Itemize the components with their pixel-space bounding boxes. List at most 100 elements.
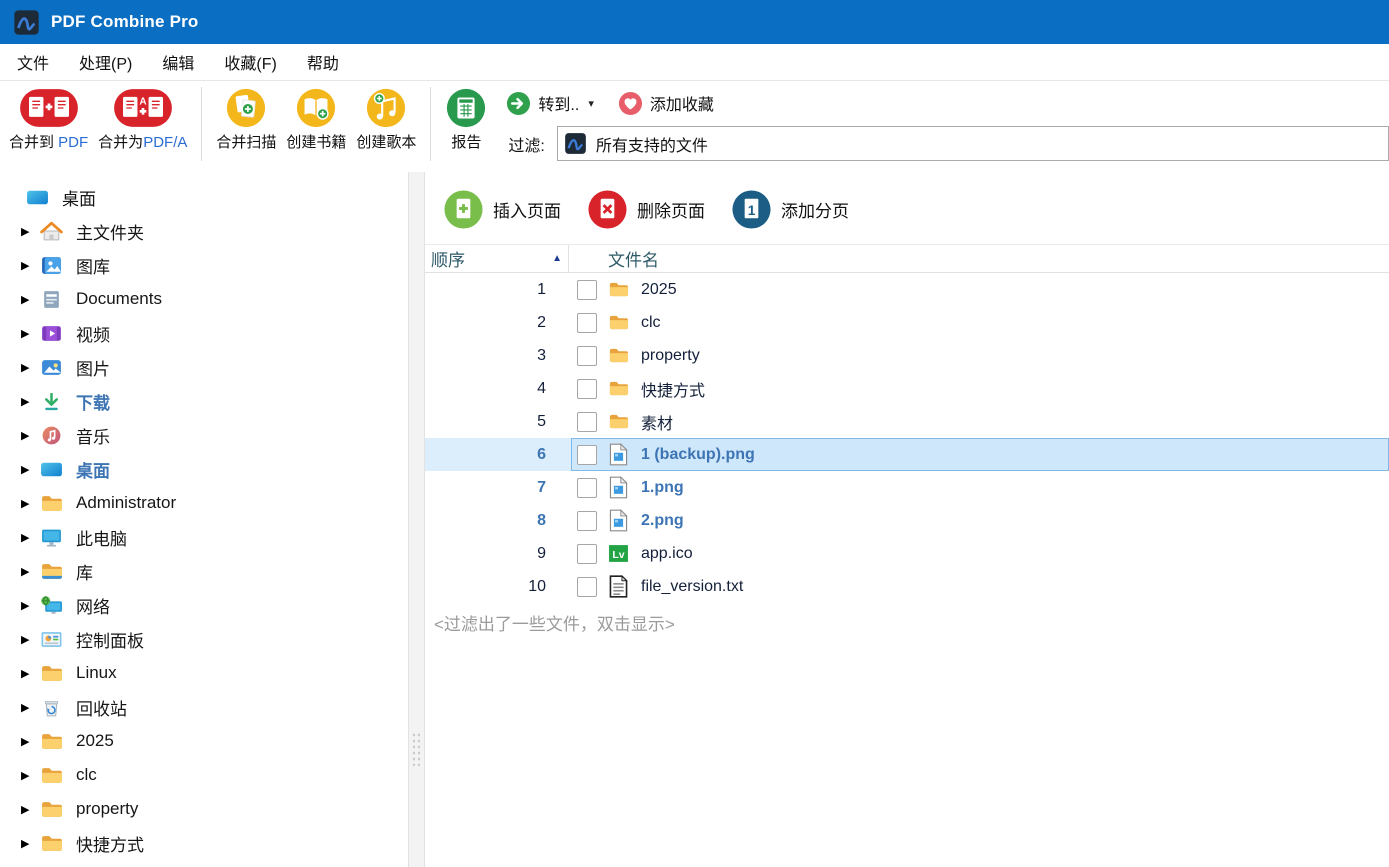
sidebar-tree-item[interactable]: ▶ 主文件夹: [0, 214, 408, 248]
splitter-grip-icon[interactable]: [411, 732, 422, 766]
toolbar-button-icon: A: [113, 86, 173, 130]
sidebar-tree-item[interactable]: ▶ property: [0, 792, 408, 826]
sidebar-tree-item[interactable]: ▶ Documents: [0, 282, 408, 316]
create-book-button[interactable]: 创建书籍: [281, 84, 351, 154]
row-order-number: 10: [425, 578, 568, 596]
row-order-number: 9: [425, 545, 568, 563]
expand-arrow-icon[interactable]: ▶: [21, 735, 40, 748]
merge-to-pdfa-button[interactable]: A 合并为PDF/A: [93, 84, 192, 154]
sidebar-tree-item[interactable]: ▶ Administrator: [0, 486, 408, 520]
file-row[interactable]: 9 Lv app.ico: [425, 537, 1389, 570]
row-checkbox[interactable]: [577, 544, 597, 564]
file-row[interactable]: 4 快捷方式: [425, 372, 1389, 405]
toolbar-button-label: 创建书籍: [286, 131, 346, 152]
sidebar-tree-item[interactable]: ▶ 桌面: [0, 180, 408, 214]
column-header-name[interactable]: 文件名: [569, 246, 659, 271]
row-checkbox[interactable]: [577, 478, 597, 498]
delete-pages-button[interactable]: 删除页面: [587, 189, 705, 230]
file-row[interactable]: 6 1 (backup).png: [425, 438, 1389, 471]
file-name: 快捷方式: [641, 377, 705, 401]
svg-text:A: A: [139, 97, 146, 108]
row-focus-area: clc: [571, 306, 1389, 339]
expand-arrow-icon[interactable]: ▶: [21, 769, 40, 782]
insert-pages-button[interactable]: 插入页面: [443, 189, 561, 230]
file-type-icon: [608, 509, 632, 533]
tree-item-label: 下载: [76, 389, 110, 414]
file-row[interactable]: 3 property: [425, 339, 1389, 372]
sidebar-tree-item[interactable]: ▶ 音乐: [0, 418, 408, 452]
tree-item-label: 视频: [76, 321, 110, 346]
sidebar-tree-item[interactable]: ▶ 此电脑: [0, 520, 408, 554]
report-button[interactable]: 报告: [440, 84, 492, 154]
expand-arrow-icon[interactable]: ▶: [21, 327, 40, 340]
row-checkbox[interactable]: [577, 412, 597, 432]
sidebar-tree-item[interactable]: ▶ 图库: [0, 248, 408, 282]
page-action-icon: 1: [731, 189, 772, 230]
sidebar-tree-item[interactable]: ▶ 网络: [0, 588, 408, 622]
row-checkbox[interactable]: [577, 445, 597, 465]
sidebar-tree-item[interactable]: ▶ 下载: [0, 384, 408, 418]
file-row[interactable]: 5 素材: [425, 405, 1389, 438]
menu-item[interactable]: 帮助: [292, 50, 354, 74]
expand-arrow-icon[interactable]: ▶: [21, 531, 40, 544]
row-checkbox[interactable]: [577, 280, 597, 300]
expand-arrow-icon[interactable]: ▶: [21, 803, 40, 816]
sidebar-tree-item[interactable]: ▶ clc: [0, 758, 408, 792]
expand-arrow-icon[interactable]: ▶: [21, 599, 40, 612]
row-checkbox[interactable]: [577, 313, 597, 333]
create-buttons-group: 合并扫描 创建书籍 创建歌本: [211, 84, 421, 154]
file-row[interactable]: 10 file_version.txt: [425, 570, 1389, 603]
expand-arrow-icon[interactable]: ▶: [21, 293, 40, 306]
create-songbook-button[interactable]: 创建歌本: [351, 84, 421, 154]
merge-scan-button[interactable]: 合并扫描: [211, 84, 281, 154]
menu-item[interactable]: 文件: [2, 50, 64, 74]
menu-item[interactable]: 处理(P): [64, 50, 147, 74]
sidebar-tree-item[interactable]: ▶ 回收站: [0, 690, 408, 724]
expand-arrow-icon[interactable]: ▶: [21, 565, 40, 578]
goto-button[interactable]: 转到.. ▾: [506, 91, 593, 116]
expand-arrow-icon[interactable]: ▶: [21, 259, 40, 272]
pdf-filter-icon: [564, 132, 587, 155]
splitter[interactable]: [408, 172, 425, 867]
add-favorite-button[interactable]: 添加收藏: [618, 91, 714, 116]
filter-combobox[interactable]: 所有支持的文件: [557, 126, 1389, 161]
file-row[interactable]: 8 2.png: [425, 504, 1389, 537]
row-checkbox[interactable]: [577, 511, 597, 531]
row-checkbox[interactable]: [577, 346, 597, 366]
expand-arrow-icon[interactable]: ▶: [21, 429, 40, 442]
sidebar-tree-item[interactable]: ▶ Linux: [0, 656, 408, 690]
tree-item-label: 桌面: [62, 185, 96, 210]
toolbar-separator: [201, 87, 202, 161]
row-checkbox[interactable]: [577, 379, 597, 399]
row-checkbox[interactable]: [577, 577, 597, 597]
file-row[interactable]: 1 2025: [425, 273, 1389, 306]
row-order-number: 8: [425, 512, 568, 530]
add-pagebreak-button[interactable]: 1 添加分页: [731, 189, 849, 230]
expand-arrow-icon[interactable]: ▶: [21, 395, 40, 408]
chevron-down-icon[interactable]: ▾: [588, 97, 594, 110]
file-type-icon: Lv: [608, 542, 632, 566]
sidebar-tree-item[interactable]: ▶ 快捷方式: [0, 826, 408, 860]
sidebar-tree-item[interactable]: ▶ 控制面板: [0, 622, 408, 656]
expand-arrow-icon[interactable]: ▶: [21, 463, 40, 476]
menu-item[interactable]: 编辑: [147, 50, 209, 74]
sidebar-tree-item[interactable]: ▶ 2025: [0, 724, 408, 758]
expand-arrow-icon[interactable]: ▶: [21, 633, 40, 646]
expand-arrow-icon[interactable]: ▶: [21, 701, 40, 714]
sidebar-tree-item[interactable]: ▶ 视频: [0, 316, 408, 350]
sidebar-tree-item[interactable]: ▶ 图片: [0, 350, 408, 384]
expand-arrow-icon[interactable]: ▶: [21, 667, 40, 680]
column-header-order[interactable]: 顺序 ▲: [425, 245, 568, 272]
expand-arrow-icon[interactable]: ▶: [21, 497, 40, 510]
expand-arrow-icon[interactable]: ▶: [21, 837, 40, 850]
file-row[interactable]: 2 clc: [425, 306, 1389, 339]
expand-arrow-icon[interactable]: ▶: [21, 361, 40, 374]
sidebar-tree-item[interactable]: ▶ 桌面: [0, 452, 408, 486]
row-order-number: 1: [425, 281, 568, 299]
merge-to-pdf-button[interactable]: 合并到 PDF: [4, 84, 93, 154]
expand-arrow-icon[interactable]: ▶: [21, 225, 40, 238]
menu-item[interactable]: 收藏(F): [209, 50, 291, 74]
tree-item-icon: [40, 425, 65, 446]
file-row[interactable]: 7 1.png: [425, 471, 1389, 504]
sidebar-tree-item[interactable]: ▶ 库: [0, 554, 408, 588]
